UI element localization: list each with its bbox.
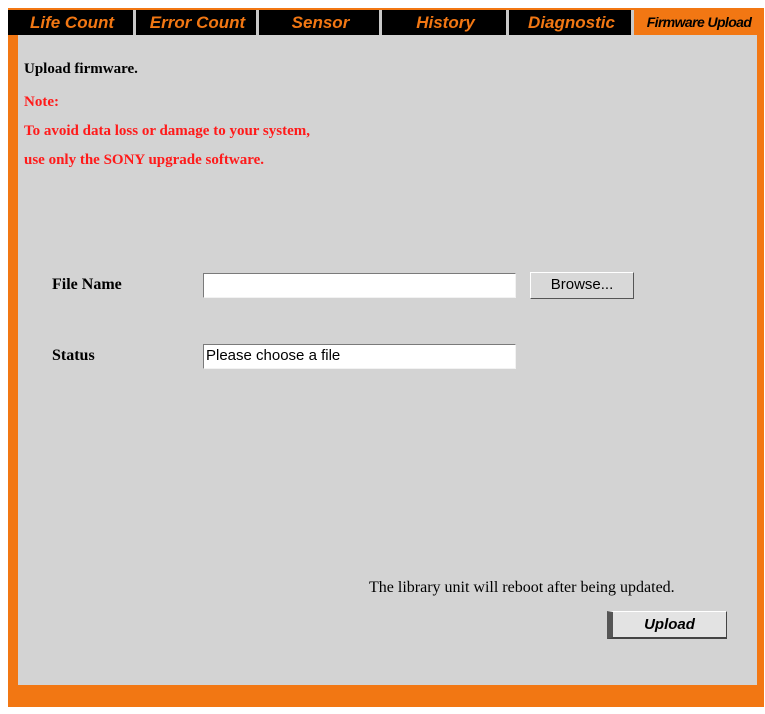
browse-button[interactable]: Browse...	[530, 272, 634, 299]
status-label: Status	[52, 347, 95, 364]
page-heading: Upload firmware.	[24, 61, 138, 77]
reboot-notice: The library unit will reboot after being…	[369, 579, 675, 596]
note-line-2: use only the SONY upgrade software.	[24, 152, 265, 168]
tab-sensor[interactable]: Sensor	[259, 10, 382, 35]
tab-diagnostic[interactable]: Diagnostic	[509, 10, 634, 35]
tab-life-count[interactable]: Life Count	[8, 10, 136, 35]
firmware-upload-content: Upload firmware. Note: To avoid data los…	[18, 35, 757, 685]
status-field: Please choose a file	[203, 344, 516, 369]
tab-bar: Life Count Error Count Sensor History Di…	[8, 8, 764, 35]
file-name-label: File Name	[52, 276, 122, 293]
tab-history[interactable]: History	[382, 10, 509, 35]
tab-error-count[interactable]: Error Count	[136, 10, 259, 35]
file-name-input[interactable]	[203, 273, 516, 298]
upload-button[interactable]: Upload	[607, 611, 727, 639]
main-panel: Upload firmware. Note: To avoid data los…	[8, 35, 764, 707]
note-line-1: To avoid data loss or damage to your sys…	[24, 123, 310, 139]
tab-firmware-upload[interactable]: Firmware Upload	[634, 10, 764, 35]
note-title: Note:	[24, 94, 59, 110]
